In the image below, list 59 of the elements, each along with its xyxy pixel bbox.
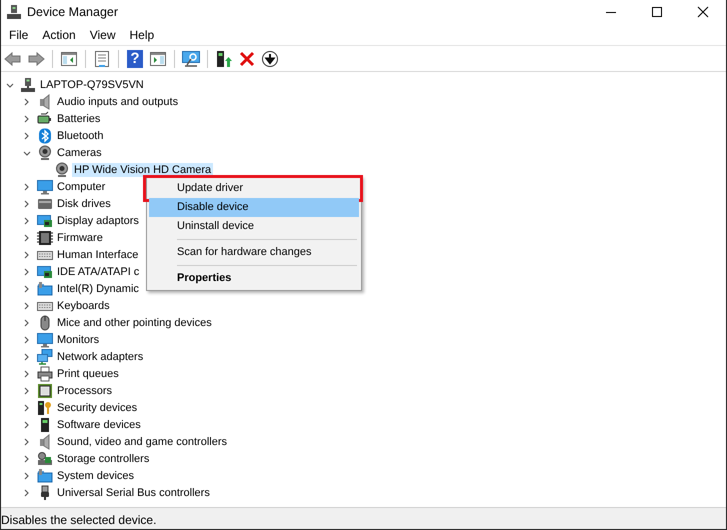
window-title: Device Manager (27, 5, 120, 19)
tree-item[interactable]: Cameras (55, 146, 104, 160)
tree-item[interactable]: HP Wide Vision HD Camera (72, 162, 214, 176)
printer-icon (37, 366, 53, 382)
tree-item[interactable]: Computer (55, 180, 108, 194)
tree-item[interactable]: Processors (55, 384, 114, 398)
tree-item[interactable]: Intel(R) Dynamic (55, 282, 141, 296)
menu-item[interactable]: Help (122, 26, 162, 44)
menu-item[interactable]: View (82, 26, 122, 44)
tree-item[interactable]: IDE ATA/ATAPI c (55, 264, 142, 278)
tree-item[interactable]: Universal Serial Bus controllers (55, 486, 212, 500)
tree-item[interactable]: Monitors (55, 332, 102, 346)
tree-item[interactable]: System devices (55, 468, 136, 482)
context-menu-item[interactable]: Uninstall device (149, 217, 359, 236)
folder-icon (37, 280, 53, 296)
tree-item[interactable]: Bluetooth (55, 128, 106, 142)
computer-icon (20, 76, 36, 92)
tree-item[interactable]: Mice and other pointing devices (55, 316, 214, 330)
bluetooth-icon (37, 128, 53, 144)
context-menu-item[interactable]: Disable device (149, 198, 359, 217)
card-icon (37, 212, 53, 228)
tree-item[interactable]: Disk drives (55, 196, 113, 210)
tree-item[interactable]: Keyboards (55, 298, 112, 312)
tree-item[interactable]: Batteries (55, 112, 102, 126)
help-icon[interactable]: ? (127, 50, 143, 68)
tree-item[interactable]: Network adapters (55, 350, 146, 364)
properties-icon[interactable] (92, 48, 112, 68)
chip-icon (37, 230, 53, 246)
tree-item[interactable]: Security devices (55, 400, 140, 414)
network-icon (37, 348, 53, 364)
tree-item[interactable]: Print queues (55, 366, 121, 380)
folder-icon (37, 468, 53, 484)
battery-icon (37, 110, 53, 126)
menu-item[interactable]: Action (35, 26, 83, 44)
menu-item[interactable]: File (2, 26, 36, 44)
tree-item[interactable]: Storage controllers (55, 452, 152, 466)
webcam-icon (37, 144, 53, 160)
processor-icon (37, 382, 53, 398)
update-driver-icon[interactable] (214, 48, 234, 68)
tree-item[interactable]: Software devices (55, 418, 143, 432)
tree-item[interactable]: LAPTOP-Q79SV5VN (38, 78, 146, 92)
context-menu-item[interactable]: Scan for hardware changes (149, 243, 359, 262)
context-menu-item[interactable]: Properties (149, 269, 359, 288)
tree-item[interactable]: Sound, video and game controllers (55, 434, 229, 448)
storage-icon (37, 450, 53, 466)
context-menu-item[interactable]: Update driver (149, 179, 359, 198)
app-icon (7, 5, 21, 19)
monitor-scan-icon[interactable] (181, 48, 201, 68)
webcam-icon (54, 162, 70, 178)
monitor-icon (37, 178, 53, 194)
status-text: Disables the selected device. (1, 513, 156, 527)
tree-item[interactable]: Audio inputs and outputs (55, 94, 180, 108)
down-arrow-circle-icon[interactable] (260, 48, 280, 68)
key-icon (37, 400, 53, 416)
card-icon (37, 264, 53, 280)
monitor-icon (37, 332, 53, 348)
tree-item[interactable]: Human Interface (55, 248, 140, 262)
tree-item[interactable]: Firmware (55, 230, 105, 244)
tree-item[interactable]: Display adaptors (55, 214, 141, 228)
